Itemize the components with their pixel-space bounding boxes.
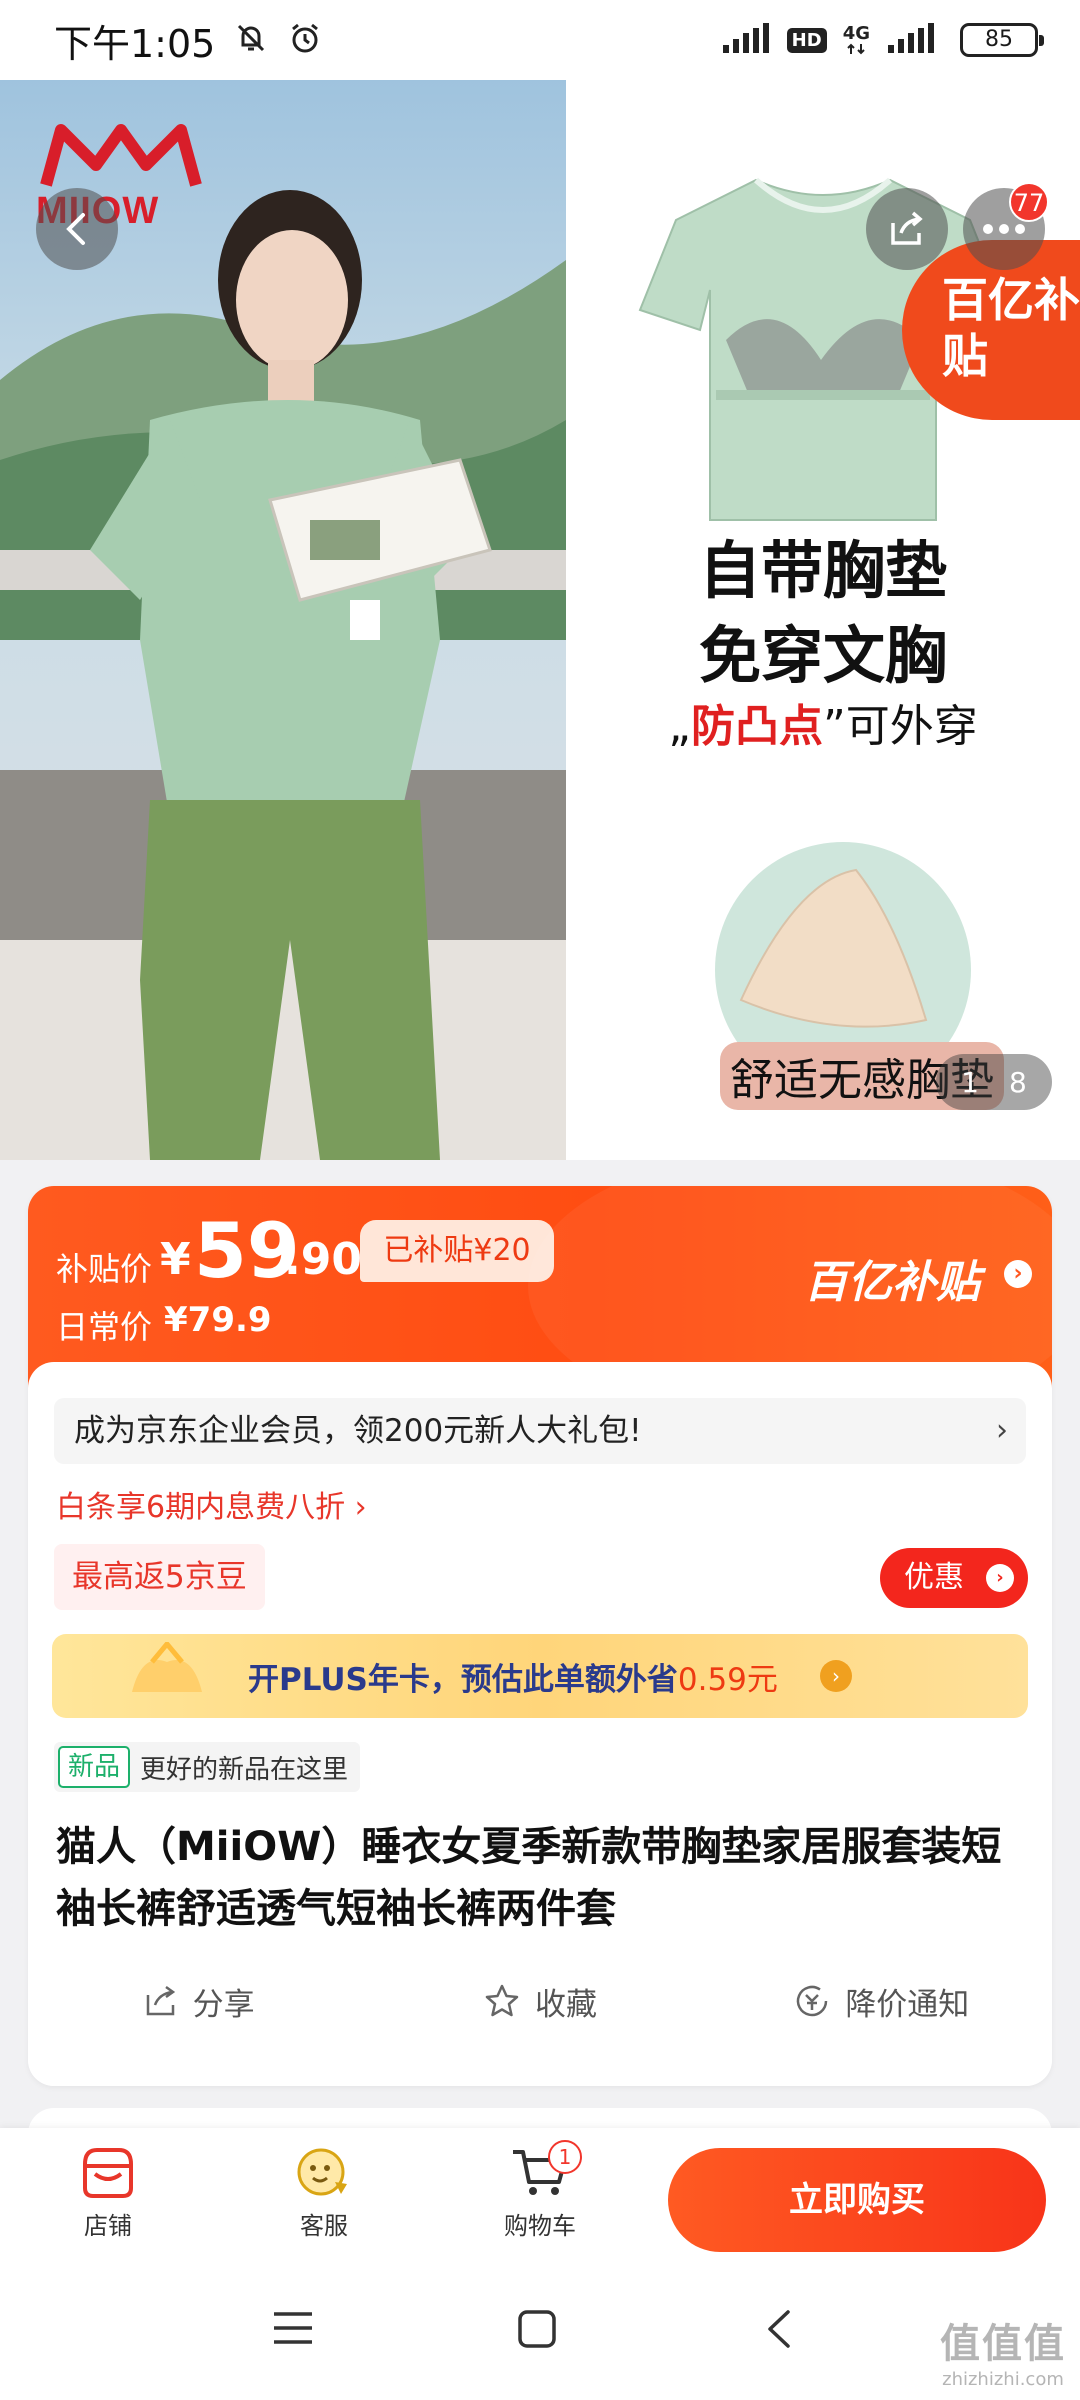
favorite-label: 收藏 — [534, 1986, 597, 2023]
price-alert-action[interactable]: 降价通知 — [711, 1966, 1052, 2036]
chevron-right-icon: › — [1004, 1260, 1032, 1288]
signal-icon-2 — [886, 23, 936, 57]
tab-cart-label: 购物车 — [504, 2212, 576, 2240]
watermark-logo: 值值值 — [940, 2321, 1066, 2367]
network-indicator: 4G — [843, 25, 870, 55]
subsidy-brand-link[interactable]: 百亿补贴 — [804, 1246, 980, 1310]
cart-count-badge: 1 — [548, 2140, 582, 2174]
discount-button[interactable]: 优惠 › — [880, 1548, 1028, 1608]
action-row: 分享 收藏 降价通知 — [28, 1966, 1052, 2036]
daily-price-label: 日常价 — [56, 1308, 153, 1346]
feature-line-3: „防凸点”可外穿 — [566, 690, 1080, 754]
jingdou-tag: 最高返5京豆 — [54, 1544, 265, 1610]
daily-price: ¥79.9 — [164, 1300, 272, 1340]
price-alert-label: 降价通知 — [845, 1986, 970, 2023]
quote-open: „ — [668, 701, 691, 752]
buy-now-button[interactable]: 立即购买 — [668, 2148, 1046, 2252]
status-right: HD 4G 85 — [721, 23, 1044, 57]
price-decimal: .90 — [284, 1234, 362, 1285]
subsidy-price-label: 补贴价 — [56, 1250, 153, 1288]
network-type: 4G — [842, 23, 870, 44]
menu-icon — [274, 2312, 312, 2344]
tab-service-label: 客服 — [300, 2212, 348, 2240]
discount-label: 优惠 — [904, 1560, 964, 1595]
chevron-right-icon: › — [986, 1564, 1014, 1592]
card-body: 成为京东企业会员，领200元新人大礼包! › 白条享6期内息费八折 › 最高返5… — [28, 1362, 1052, 2086]
notification-badge: 77 — [1009, 182, 1049, 222]
back-nav-button[interactable] — [764, 2308, 794, 2354]
menu-nav-button[interactable] — [272, 2308, 314, 2352]
page-indicator: 1 8 — [936, 1054, 1052, 1110]
battery-icon: 85 — [960, 23, 1044, 57]
new-product-tag[interactable]: 新品 更好的新品在这里 — [54, 1742, 361, 1792]
tab-store-label: 店铺 — [84, 2212, 132, 2240]
bell-muted-icon — [233, 20, 269, 60]
price-card: 补贴价 ¥ 59 .90 已补贴¥20 日常价 ¥79.9 百亿补贴 › 成为京… — [28, 1186, 1052, 2086]
product-title: 猫人（MiiOW）睡衣女夏季新款带胸垫家居服套装短袖长裤舒适透气短袖长裤两件套 — [56, 1824, 1002, 1932]
favorite-action[interactable]: 收藏 — [369, 1966, 710, 2036]
more-icon — [983, 224, 1025, 234]
page-total: 8 — [1009, 1065, 1027, 1099]
watermark: 值值值 zhizhizhi.com — [940, 2311, 1066, 2390]
new-text: 更好的新品在这里 — [140, 1754, 349, 1785]
more-button[interactable]: 77 — [963, 182, 1049, 270]
share-action[interactable]: 分享 — [28, 1966, 369, 2036]
page-current: 1 — [961, 1065, 979, 1099]
enterprise-member-banner[interactable]: 成为京东企业会员，领200元新人大礼包! › — [54, 1398, 1026, 1464]
alarm-icon — [287, 20, 323, 60]
currency-symbol: ¥ — [160, 1234, 191, 1285]
signal-icon — [721, 23, 771, 57]
share-button-top[interactable] — [866, 188, 948, 270]
bottom-bar: 店铺 客服 1 购物车 立即购买 — [0, 2128, 1080, 2268]
watermark-url: zhizhizhi.com — [942, 2369, 1064, 2390]
member-text: 成为京东企业会员，领200元新人大礼包! — [74, 1413, 642, 1449]
share-icon — [146, 1985, 175, 2016]
back-triangle-icon — [768, 2310, 790, 2348]
chevron-right-icon: › — [820, 1660, 852, 1692]
home-nav-button[interactable] — [516, 2308, 558, 2354]
gift-decoration-icon — [132, 1642, 202, 1692]
plus-text: 开PLUS年卡，预估此单额外省0.59元 — [248, 1654, 778, 1699]
feature-highlight: 防凸点 — [691, 701, 823, 752]
product-gallery[interactable]: MIIOW 自带胸垫 免穿文胸 „防凸点”可外穿 百亿补贴 77 — [0, 80, 1080, 1160]
share-label: 分享 — [192, 1986, 255, 2023]
status-time: 下午1:05 — [54, 21, 216, 66]
home-square-icon — [518, 2310, 556, 2348]
system-nav-bar: 值值值 zhizhizhi.com — [0, 2268, 1080, 2400]
plus-main: 开PLUS年卡，预估此单额外省 — [248, 1662, 678, 1698]
star-icon — [485, 1984, 519, 2017]
chevron-right-icon: › — [996, 1413, 1008, 1448]
baitiao-promo[interactable]: 白条享6期内息费八折 › — [56, 1482, 367, 1526]
tab-store[interactable]: 店铺 — [48, 2144, 168, 2241]
tab-service[interactable]: 客服 — [264, 2144, 384, 2241]
new-badge: 新品 — [58, 1746, 131, 1788]
price-alert-icon — [797, 1985, 828, 2017]
status-bar: 下午1:05 HD 4G 85 — [0, 0, 1080, 80]
chevron-left-icon — [66, 213, 85, 245]
feature-rest: ”可外穿 — [823, 701, 978, 752]
share-icon — [891, 211, 923, 245]
back-button[interactable] — [36, 188, 118, 270]
hd-badge: HD — [786, 27, 827, 53]
tab-cart[interactable]: 1 购物车 — [480, 2140, 600, 2241]
store-icon — [83, 2148, 133, 2198]
customer-service-icon — [297, 2148, 347, 2196]
feature-line-1: 自带胸垫 — [698, 534, 947, 607]
feature-line-2: 免穿文胸 — [698, 619, 947, 692]
plus-banner[interactable]: 开PLUS年卡，预估此单额外省0.59元 › — [52, 1634, 1028, 1718]
plus-amount: 0.59元 — [677, 1662, 778, 1698]
subsidized-badge: 已补贴¥20 — [360, 1220, 554, 1282]
